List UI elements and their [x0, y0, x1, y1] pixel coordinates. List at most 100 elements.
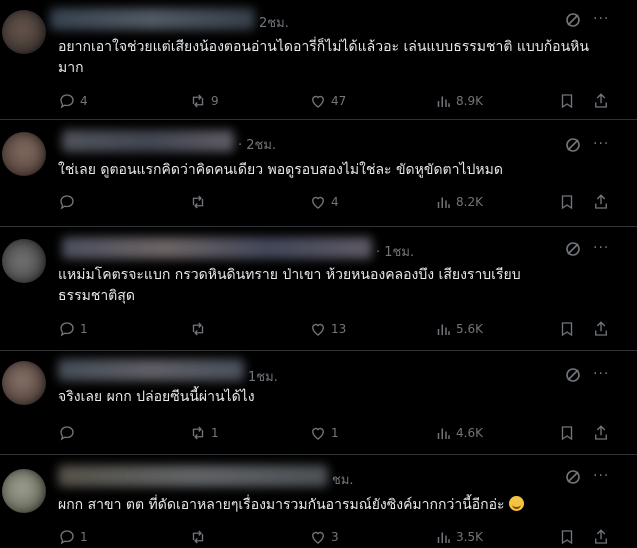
grok-icon[interactable] — [565, 469, 581, 488]
bookmark-icon — [561, 195, 573, 210]
avatar[interactable] — [2, 132, 46, 176]
like-button[interactable]: 4 — [309, 192, 339, 212]
repost-icon — [192, 530, 204, 544]
author-name-redacted[interactable] — [62, 237, 372, 259]
views-count: 5.6K — [456, 322, 483, 336]
views-chart-icon — [437, 324, 450, 335]
author-name-redacted[interactable] — [58, 465, 328, 487]
like-button[interactable]: 1 — [309, 423, 339, 443]
views-count: 8.9K — [456, 94, 483, 108]
bookmark-button[interactable] — [558, 319, 576, 339]
reply-button[interactable]: 1 — [58, 527, 88, 547]
like-button[interactable]: 47 — [309, 91, 346, 111]
heart-icon — [312, 531, 324, 544]
bookmark-button[interactable] — [558, 423, 576, 443]
reply-button[interactable] — [58, 192, 80, 212]
replies-feed: 2ชม. ··· อยากเอาใจช่วยแต่เสียงน้องตอนอ่า… — [0, 0, 637, 548]
repost-button[interactable]: 1 — [189, 423, 219, 443]
grok-icon[interactable] — [565, 367, 581, 386]
more-icon[interactable]: ··· — [593, 136, 609, 152]
bookmark-icon — [561, 94, 573, 109]
bookmark-icon — [561, 530, 573, 545]
bookmark-button[interactable] — [558, 91, 576, 111]
avatar[interactable] — [2, 361, 46, 405]
views-chart-icon — [437, 428, 450, 439]
author-name-redacted[interactable] — [58, 359, 244, 381]
timestamp[interactable]: 1ชม. — [248, 366, 278, 387]
more-icon[interactable]: ··· — [593, 11, 609, 27]
timestamp[interactable]: 2ชม. — [259, 12, 289, 33]
avatar[interactable] — [2, 469, 46, 513]
views-button[interactable]: 4.6K — [434, 423, 483, 443]
repost-button[interactable]: 9 — [189, 91, 219, 111]
views-button[interactable]: 8.9K — [434, 91, 483, 111]
like-count: 1 — [331, 426, 339, 440]
repost-count: 1 — [211, 426, 219, 440]
like-count: 13 — [331, 322, 347, 336]
grok-icon[interactable] — [565, 241, 581, 260]
views-button[interactable]: 3.5K — [434, 527, 483, 547]
reply-item[interactable]: ชม. ··· ผกก สาขา ตต ที่ดัดเอาหลายๆเรื่อง… — [0, 455, 637, 548]
repost-icon — [192, 195, 204, 209]
timestamp[interactable]: · 1ชม. — [376, 241, 414, 262]
share-button[interactable] — [592, 91, 610, 111]
timestamp[interactable]: · 2ชม. — [238, 134, 276, 155]
reply-text: อยากเอาใจช่วยแต่เสียงน้องตอนอ่านไดอารี่ก… — [58, 39, 589, 76]
heart-icon — [312, 427, 324, 440]
like-count: 47 — [331, 94, 347, 108]
like-button[interactable]: 3 — [309, 527, 339, 547]
reply-icon — [60, 94, 74, 109]
avatar[interactable] — [2, 239, 46, 283]
grok-icon[interactable] — [565, 137, 581, 156]
reply-text: ใช่เลย ดูตอนแรกคิดว่าคิดคนเดียว พอดูรอบส… — [58, 162, 503, 178]
reply-count: 1 — [80, 530, 88, 544]
bookmark-icon — [561, 322, 573, 337]
share-icon — [595, 321, 607, 336]
share-button[interactable] — [592, 192, 610, 212]
reply-item[interactable]: 2ชม. ··· อยากเอาใจช่วยแต่เสียงน้องตอนอ่า… — [0, 0, 637, 120]
repost-icon — [192, 94, 204, 108]
views-button[interactable]: 5.6K — [434, 319, 483, 339]
share-button[interactable] — [592, 319, 610, 339]
share-button[interactable] — [592, 527, 610, 547]
reply-item[interactable]: · 2ชม. ··· ใช่เลย ดูตอนแรกคิดว่าคิดคนเดี… — [0, 120, 637, 227]
more-icon[interactable]: ··· — [593, 240, 609, 256]
reply-count: 1 — [80, 322, 88, 336]
repost-button[interactable] — [189, 192, 211, 212]
reply-icon — [60, 530, 74, 545]
reply-icon — [60, 426, 74, 441]
more-icon[interactable]: ··· — [593, 468, 609, 484]
reply-count: 4 — [80, 94, 88, 108]
avatar[interactable] — [2, 10, 46, 54]
reply-button[interactable]: 4 — [58, 91, 88, 111]
action-bar: 1 13 5.6K — [58, 319, 618, 339]
grok-icon[interactable] — [565, 12, 581, 31]
repost-icon — [192, 322, 204, 336]
action-bar: 4 8.2K — [58, 192, 618, 212]
share-button[interactable] — [592, 423, 610, 443]
reply-item[interactable]: 1ชม. ··· จริงเลย ผกก ปล่อยซีนนี้ผ่านได้ไ… — [0, 351, 637, 455]
author-name-redacted[interactable] — [50, 8, 255, 30]
repost-button[interactable] — [189, 319, 211, 339]
more-icon[interactable]: ··· — [593, 366, 609, 382]
reply-button[interactable]: 1 — [58, 319, 88, 339]
views-button[interactable]: 8.2K — [434, 192, 483, 212]
author-name-redacted[interactable] — [62, 130, 234, 152]
repost-button[interactable] — [189, 527, 211, 547]
bookmark-button[interactable] — [558, 192, 576, 212]
views-count: 4.6K — [456, 426, 483, 440]
reply-item[interactable]: · 1ชม. ··· แหม่มโคตรจะแบก กรวดหินดินทราย… — [0, 227, 637, 351]
like-button[interactable]: 13 — [309, 319, 346, 339]
share-icon — [595, 93, 607, 108]
repost-icon — [192, 426, 204, 440]
reply-button[interactable] — [58, 423, 80, 443]
bookmark-button[interactable] — [558, 527, 576, 547]
smiling-face-emoji — [509, 496, 525, 511]
share-icon — [595, 425, 607, 440]
timestamp[interactable]: ชม. — [332, 469, 354, 490]
views-count: 8.2K — [456, 195, 483, 209]
like-count: 4 — [331, 195, 339, 209]
action-bar: 1 3 3.5K — [58, 527, 618, 547]
views-count: 3.5K — [456, 530, 483, 544]
share-icon — [595, 194, 607, 209]
